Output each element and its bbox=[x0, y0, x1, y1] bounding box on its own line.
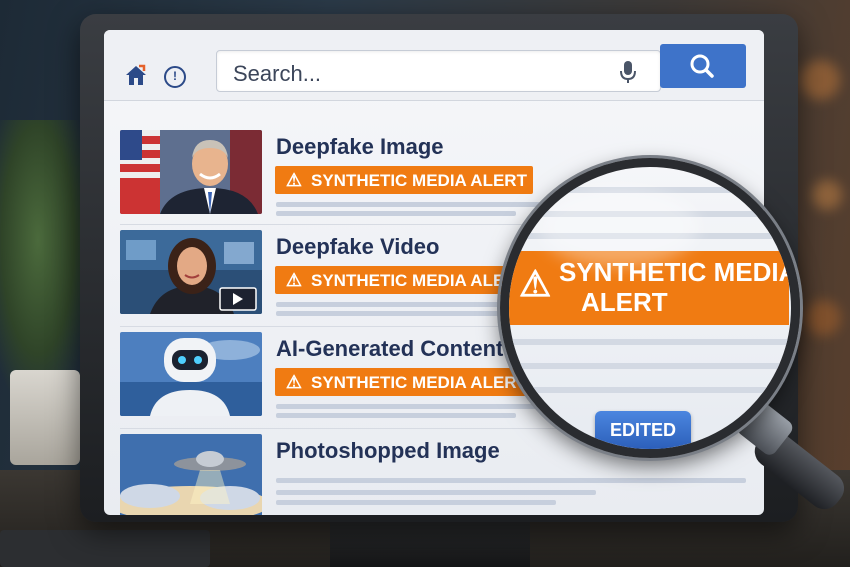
text-placeholder-line bbox=[276, 500, 556, 505]
thumbnail-robot[interactable] bbox=[120, 332, 262, 416]
result-title[interactable]: AI-Generated Content bbox=[276, 336, 503, 362]
text-placeholder-line bbox=[276, 490, 596, 495]
search-bar bbox=[216, 50, 661, 92]
monitor-stand bbox=[330, 520, 530, 567]
top-bar: ! bbox=[104, 30, 764, 101]
thumbnail-ufo[interactable] bbox=[120, 434, 262, 515]
keyboard bbox=[0, 530, 210, 567]
bokeh-light bbox=[800, 60, 840, 100]
thumbnail-news-anchor[interactable] bbox=[120, 230, 262, 314]
magnified-alert-line2: ALERT bbox=[581, 287, 668, 317]
thumbnail-politician[interactable] bbox=[120, 130, 262, 214]
search-input[interactable] bbox=[231, 60, 595, 88]
magnifying-glass: ⚠ SYNTHETIC MEDIA ALERT EDITED bbox=[500, 158, 800, 458]
result-title[interactable]: Deepfake Image bbox=[276, 134, 444, 160]
synthetic-media-alert: ⚠ SYNTHETIC MEDIA ALERT bbox=[275, 368, 533, 396]
lens-text-line bbox=[509, 363, 789, 369]
lens-text-line bbox=[509, 387, 789, 393]
microphone-icon[interactable] bbox=[617, 59, 639, 85]
home-icon[interactable] bbox=[124, 64, 148, 86]
warning-icon: ⚠ bbox=[285, 270, 303, 290]
text-placeholder-line bbox=[276, 413, 516, 418]
alert-label: SYNTHETIC MEDIA ALERT bbox=[311, 373, 527, 392]
plant-pot bbox=[10, 370, 80, 465]
warning-icon: ⚠ bbox=[519, 263, 552, 304]
result-title[interactable]: Deepfake Video bbox=[276, 234, 439, 260]
warning-icon: ⚠ bbox=[285, 372, 303, 392]
alert-label: SYNTHETIC MEDIA ALERT bbox=[311, 271, 527, 290]
text-placeholder-line bbox=[276, 211, 516, 216]
text-placeholder-line bbox=[276, 311, 516, 316]
bokeh-light bbox=[812, 180, 842, 210]
search-icon bbox=[690, 54, 714, 78]
history-icon[interactable]: ! bbox=[164, 66, 186, 88]
lens-glare bbox=[539, 187, 699, 267]
alert-label: SYNTHETIC MEDIA ALERT bbox=[311, 171, 527, 190]
search-button[interactable] bbox=[660, 44, 746, 88]
bokeh-light bbox=[805, 300, 841, 336]
synthetic-media-alert: ⚠ SYNTHETIC MEDIA ALERT bbox=[275, 266, 533, 294]
synthetic-media-alert: ⚠ SYNTHETIC MEDIA ALERT bbox=[275, 166, 533, 194]
edited-badge: EDITED bbox=[595, 411, 691, 449]
warning-icon: ⚠ bbox=[285, 170, 303, 190]
text-placeholder-line bbox=[276, 478, 746, 483]
result-title[interactable]: Photoshopped Image bbox=[276, 438, 500, 464]
lens-text-line bbox=[509, 339, 789, 345]
